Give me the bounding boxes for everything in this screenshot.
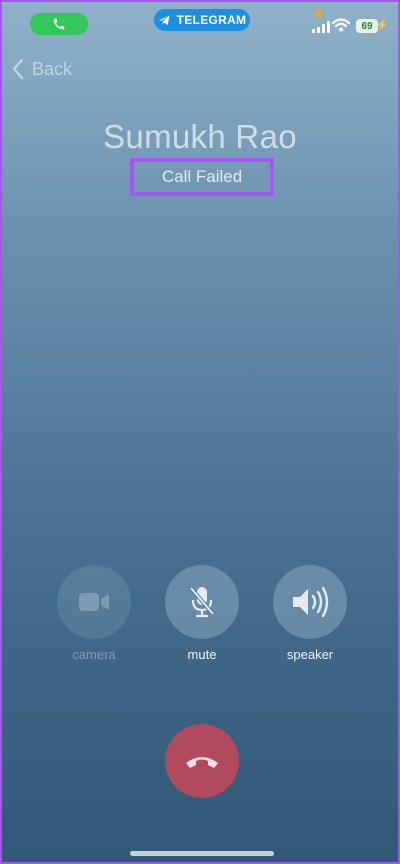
camera-label: camera <box>72 647 116 662</box>
back-button[interactable]: Back <box>12 58 72 80</box>
speaker-control[interactable]: speaker <box>273 565 347 662</box>
end-call-button[interactable] <box>165 724 239 798</box>
mic-in-use-dot <box>315 10 322 17</box>
chevron-left-icon <box>12 58 24 80</box>
speaker-icon <box>293 586 329 618</box>
call-status-highlight: Call Failed <box>130 158 274 196</box>
camera-control[interactable]: camera <box>57 565 131 662</box>
video-camera-icon <box>79 593 109 611</box>
wifi-icon <box>332 18 350 32</box>
hang-up-icon <box>186 757 218 768</box>
back-label: Back <box>32 58 73 79</box>
speaker-label: speaker <box>286 647 334 662</box>
home-indicator[interactable] <box>130 851 274 856</box>
mute-label: mute <box>187 647 217 662</box>
active-call-indicator[interactable] <box>30 13 88 35</box>
telegram-label: TELEGRAM <box>176 13 247 27</box>
cellular-signal-icon <box>312 21 330 33</box>
microphone-slash-icon <box>189 586 215 618</box>
call-screen: TELEGRAM 69 ⚡ Back Sumukh Rao Call Faile… <box>0 0 400 864</box>
telegram-indicator[interactable]: TELEGRAM <box>154 9 250 31</box>
call-status: Call Failed <box>161 167 243 186</box>
battery-indicator: 69 <box>356 19 378 33</box>
battery-level: 69 <box>361 20 373 32</box>
status-bar: TELEGRAM 69 ⚡ <box>2 2 398 42</box>
telegram-icon <box>158 15 169 25</box>
mute-control[interactable]: mute <box>165 565 239 662</box>
phone-icon <box>53 18 65 30</box>
camera-button[interactable] <box>57 565 131 639</box>
speaker-button[interactable] <box>273 565 347 639</box>
caller-name: Sumukh Rao <box>103 118 297 155</box>
mute-button[interactable] <box>165 565 239 639</box>
charging-bolt-icon: ⚡ <box>376 20 389 31</box>
